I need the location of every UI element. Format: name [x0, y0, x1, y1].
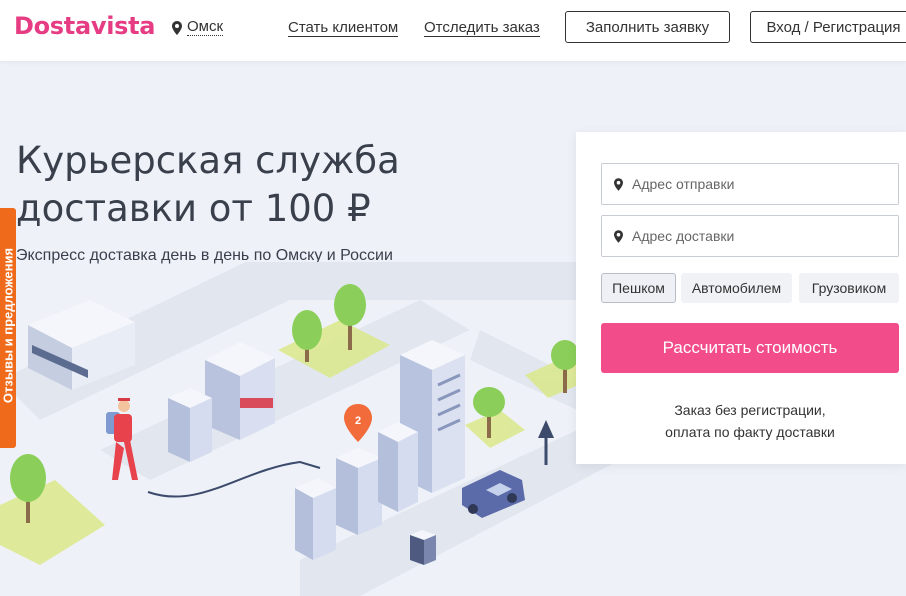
location-pin-icon	[614, 229, 623, 243]
mode-car-button[interactable]: Автомобилем	[681, 273, 792, 303]
order-form-card: Пешком Автомобилем Грузовиком Рассчитать…	[576, 132, 906, 464]
logo[interactable]: Dostavista	[14, 12, 156, 40]
location-pin-icon	[614, 177, 623, 191]
map-pin-badge: 2	[355, 415, 361, 427]
login-register-button[interactable]: Вход / Регистрация	[750, 11, 906, 43]
delivery-address-input[interactable]	[632, 228, 882, 244]
form-note: Заказ без регистрации, оплата по факту д…	[601, 399, 899, 443]
map-pin-icon: 2	[344, 404, 372, 442]
mode-truck-button[interactable]: Грузовиком	[799, 273, 899, 303]
city-selector[interactable]: Омск	[172, 18, 224, 36]
pickup-address-field[interactable]	[601, 163, 899, 205]
become-client-link[interactable]: Стать клиентом	[288, 19, 399, 37]
hero-title-line1: Курьерская служба	[16, 139, 400, 182]
city-name: Омск	[187, 18, 224, 36]
building-small-bottom	[410, 530, 436, 565]
hero-title-line2: доставки от 100 ₽	[16, 187, 371, 230]
mode-walk-button[interactable]: Пешком	[601, 273, 676, 303]
pickup-address-input[interactable]	[632, 176, 882, 192]
track-order-link[interactable]: Отследить заказ	[424, 19, 540, 37]
fill-request-button[interactable]: Заполнить заявку	[565, 11, 730, 43]
location-pin-icon	[172, 20, 182, 35]
calculate-price-button[interactable]: Рассчитать стоимость	[601, 323, 899, 373]
city-delivery-illustration: 2	[0, 262, 620, 596]
top-header: Dostavista Омск Стать клиентом Отследить…	[0, 0, 906, 62]
form-note-line2: оплата по факту доставки	[665, 424, 835, 440]
form-note-line1: Заказ без регистрации,	[674, 402, 826, 418]
feedback-tab-label: Отзывы и предложения	[0, 247, 16, 404]
feedback-tab[interactable]: Отзывы и предложения	[0, 208, 16, 448]
delivery-address-field[interactable]	[601, 215, 899, 257]
hero-title: Курьерская служба доставки от 100 ₽	[16, 137, 496, 233]
